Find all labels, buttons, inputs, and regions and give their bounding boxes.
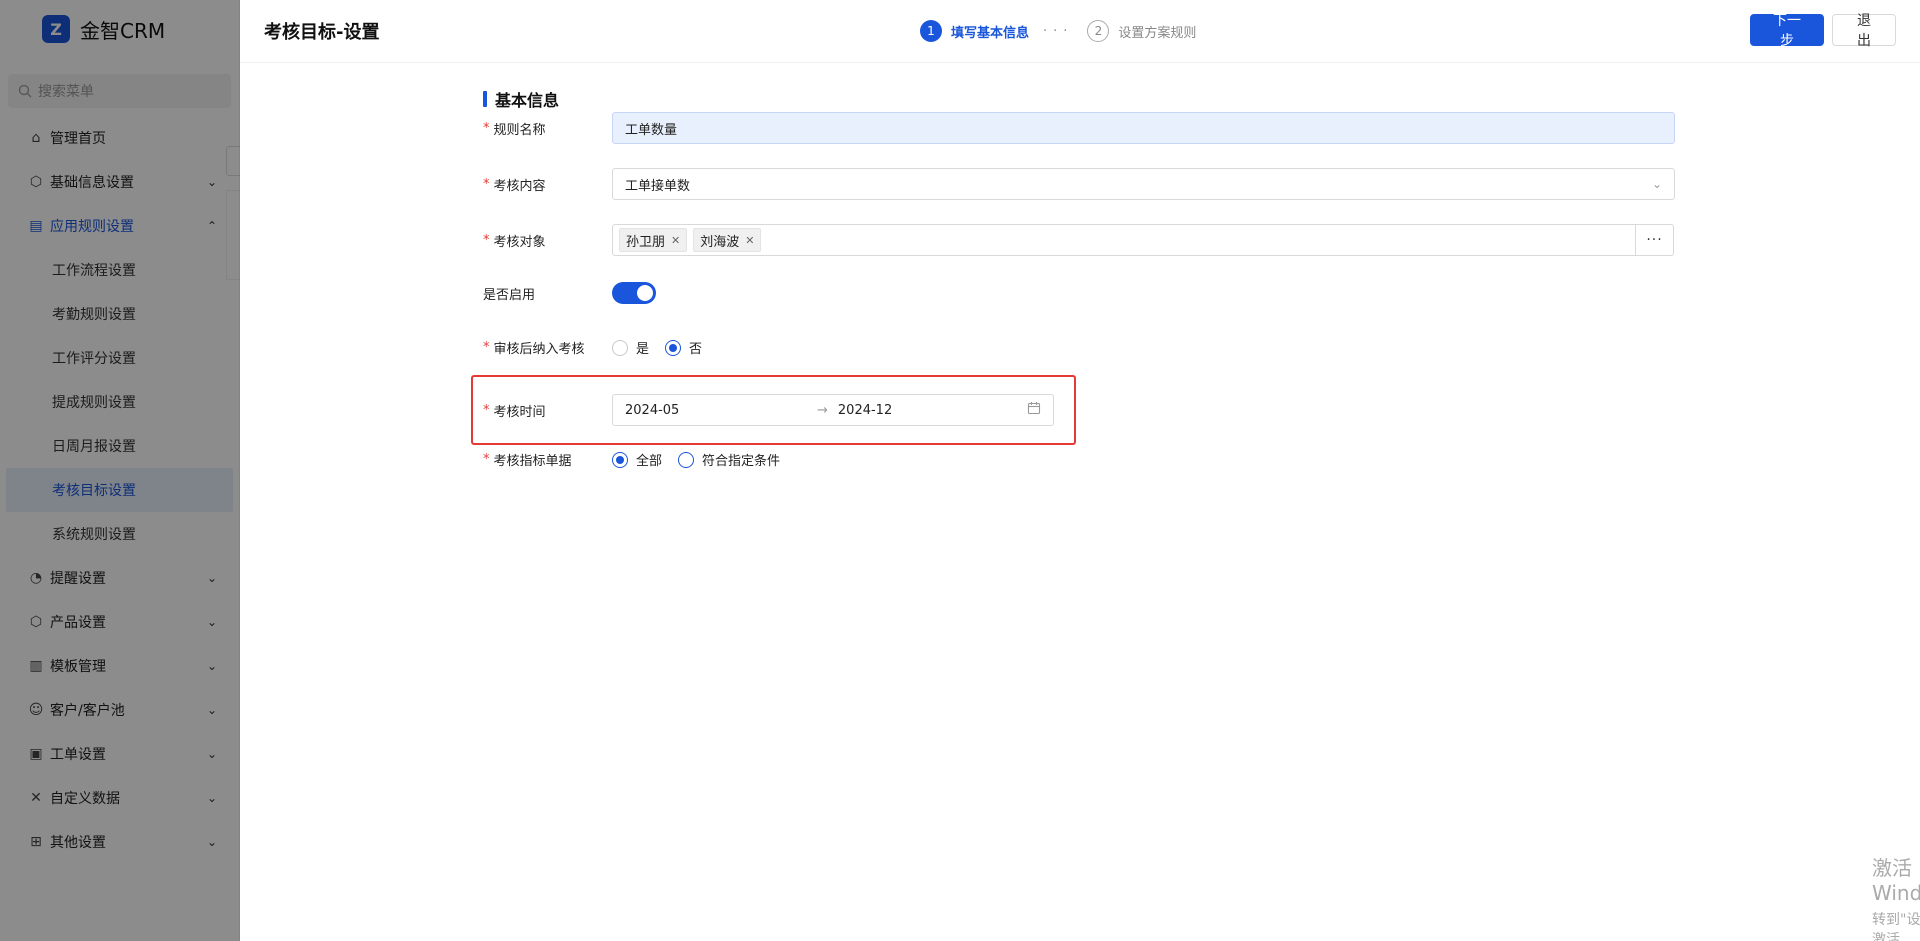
doc-label: * 考核指标单据 — [483, 450, 612, 469]
radio-label: 全部 — [636, 454, 663, 469]
step-indicator: 1 填写基本信息 ··· 2 设置方案规则 — [920, 20, 1196, 42]
target-label: * 考核对象 — [483, 231, 612, 250]
audit-label: * 审核后纳入考核 — [483, 338, 612, 357]
highlight-box — [471, 375, 1076, 445]
target-tag-label: 孙卫朋 — [626, 234, 666, 250]
close-icon[interactable]: ✕ — [671, 234, 680, 247]
radio-label: 是 — [636, 342, 650, 357]
radio-label: 否 — [689, 342, 703, 357]
header-actions: 下一步 退 出 — [1750, 13, 1896, 49]
chevron-down-icon: ⌄ — [1651, 177, 1662, 191]
row-content: * 考核内容 工单接单数 ⌄ — [483, 168, 1675, 200]
close-icon[interactable]: ✕ — [745, 234, 754, 247]
required-mark: * — [483, 340, 490, 355]
drawer-header: 考核目标-设置 1 填写基本信息 ··· 2 设置方案规则 下一步 退 出 — [240, 0, 1920, 63]
content-label-text: 考核内容 — [493, 178, 546, 194]
row-rule-name: * 规则名称 工单数量 — [483, 112, 1675, 144]
target-tag: 孙卫朋 ✕ — [619, 228, 688, 252]
target-tag: 刘海波 ✕ — [693, 228, 762, 252]
row-target: * 考核对象 孙卫朋 ✕ 刘海波 ✕ ··· — [483, 224, 1674, 256]
radio-circle — [678, 451, 695, 468]
enabled-label: 是否启用 — [483, 287, 536, 303]
audit-label-text: 审核后纳入考核 — [493, 342, 585, 357]
rule-name-value: 工单数量 — [625, 122, 678, 138]
content-value: 工单接单数 — [625, 178, 691, 194]
radio-circle-checked — [612, 451, 628, 468]
audit-radio-yes[interactable]: 是 — [612, 338, 649, 357]
audit-radio-no[interactable]: 否 — [665, 338, 702, 357]
basic-info-form: 基本信息 * 规则名称 工单数量 * 考核内容 工单接单数 ⌄ * 考核对象 孙卫朋 ✕ … — [483, 88, 1919, 469]
section-title-text: 基本信息 — [495, 91, 560, 110]
settings-drawer: 考核目标-设置 1 填写基本信息 ··· 2 设置方案规则 下一步 退 出 基本… — [240, 0, 1920, 941]
radio-circle-checked — [665, 339, 682, 356]
next-step-button[interactable]: 下一步 — [1750, 13, 1824, 49]
drawer-title: 考核目标-设置 — [264, 22, 380, 43]
section-title: 基本信息 — [483, 88, 1919, 110]
watermark-line2: 转到"设置"以激活 Windows。 — [1872, 912, 1920, 941]
radio-label: 符合指定条件 — [702, 454, 781, 469]
row-enabled: 是否启用 — [483, 282, 656, 304]
content-label: * 考核内容 — [483, 175, 612, 194]
step-1: 1 填写基本信息 — [920, 20, 1029, 42]
doc-radio-all[interactable]: 全部 — [612, 450, 662, 469]
rule-name-label: * 规则名称 — [483, 119, 612, 138]
target-tag-input[interactable]: 孙卫朋 ✕ 刘海波 ✕ ··· — [612, 224, 1674, 256]
step-separator: ··· — [1043, 23, 1074, 39]
more-options-button[interactable]: ··· — [1635, 225, 1673, 255]
row-audit: * 审核后纳入考核 是 否 — [483, 338, 718, 357]
required-mark: * — [483, 232, 490, 248]
watermark-line1: 激活 Windows — [1872, 856, 1920, 905]
section-bar — [483, 91, 487, 107]
content-select[interactable]: 工单接单数 ⌄ — [612, 168, 1675, 200]
step-1-label: 填写基本信息 — [951, 25, 1030, 41]
step-1-number: 1 — [920, 20, 942, 42]
exit-button[interactable]: 退 出 — [1832, 13, 1896, 49]
target-tag-label: 刘海波 — [700, 234, 740, 250]
doc-label-text: 考核指标单据 — [493, 454, 572, 469]
required-mark: * — [483, 176, 490, 192]
radio-circle — [612, 339, 628, 356]
step-2: 2 设置方案规则 — [1087, 20, 1196, 42]
doc-radio-conditional[interactable]: 符合指定条件 — [678, 450, 780, 469]
row-doc: * 考核指标单据 全部 符合指定条件 — [483, 450, 796, 469]
required-mark: * — [483, 120, 490, 136]
windows-activation-watermark: 激活 Windows 转到"设置"以激活 Windows。 — [1872, 852, 1920, 941]
step-2-number: 2 — [1087, 20, 1110, 42]
rule-name-label-text: 规则名称 — [493, 122, 546, 138]
target-label-text: 考核对象 — [493, 234, 546, 250]
rule-name-input[interactable]: 工单数量 — [612, 112, 1675, 144]
step-2-label: 设置方案规则 — [1118, 25, 1197, 41]
required-mark: * — [483, 452, 490, 467]
enabled-switch[interactable] — [612, 282, 656, 304]
